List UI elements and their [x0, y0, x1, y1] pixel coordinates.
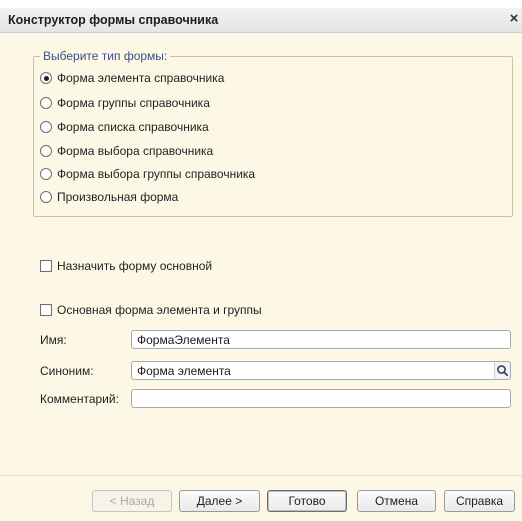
radio-form-group-choice[interactable]: Форма выбора группы справочника [40, 166, 255, 182]
radio-form-list[interactable]: Форма списка справочника [40, 119, 209, 135]
form-designer-dialog: Конструктор формы справочника × Выберите… [0, 0, 522, 521]
checkbox-set-main-form[interactable]: Назначить форму основной [40, 258, 212, 274]
radio-icon[interactable] [40, 97, 52, 109]
radio-label: Форма выбора справочника [57, 144, 214, 158]
radio-icon[interactable] [40, 191, 52, 203]
done-button[interactable]: Готово [267, 490, 347, 512]
comment-input[interactable] [131, 389, 511, 408]
search-icon [497, 365, 509, 377]
radio-form-choice[interactable]: Форма выбора справочника [40, 143, 213, 159]
radio-label: Произвольная форма [57, 190, 179, 204]
dialog-title: Конструктор формы справочника [8, 13, 219, 27]
radio-label: Форма группы справочника [57, 96, 210, 110]
top-strip [0, 0, 522, 8]
radio-icon[interactable] [40, 145, 52, 157]
radio-label: Форма списка справочника [57, 120, 209, 134]
help-button[interactable]: Справка [444, 490, 515, 512]
radio-icon[interactable] [40, 168, 52, 180]
name-input[interactable] [131, 330, 511, 349]
close-icon[interactable]: × [507, 11, 521, 27]
synonym-search-button[interactable] [494, 361, 511, 380]
name-label: Имя: [40, 333, 67, 347]
checkbox-box[interactable] [40, 260, 52, 272]
radio-form-custom[interactable]: Произвольная форма [40, 189, 178, 205]
synonym-label: Синоним: [40, 364, 94, 378]
checkbox-box[interactable] [40, 304, 52, 316]
back-button[interactable]: < Назад [92, 490, 172, 512]
radio-label: Форма выбора группы справочника [57, 167, 256, 181]
radio-label: Форма элемента справочника [57, 71, 225, 85]
radio-icon[interactable] [40, 72, 52, 84]
next-button[interactable]: Далее > [179, 490, 260, 512]
form-type-legend: Выберите тип формы: [40, 49, 171, 63]
radio-icon[interactable] [40, 121, 52, 133]
synonym-input[interactable] [131, 361, 495, 380]
cancel-button[interactable]: Отмена [357, 490, 436, 512]
title-bar[interactable]: Конструктор формы справочника × [0, 8, 522, 33]
checkbox-label: Назначить форму основной [57, 259, 213, 273]
checkbox-main-element-group[interactable]: Основная форма элемента и группы [40, 302, 262, 318]
footer-divider [0, 475, 522, 476]
checkbox-label: Основная форма элемента и группы [57, 303, 262, 317]
radio-form-element[interactable]: Форма элемента справочника [40, 70, 224, 86]
comment-label: Комментарий: [40, 392, 119, 406]
radio-form-group[interactable]: Форма группы справочника [40, 95, 210, 111]
